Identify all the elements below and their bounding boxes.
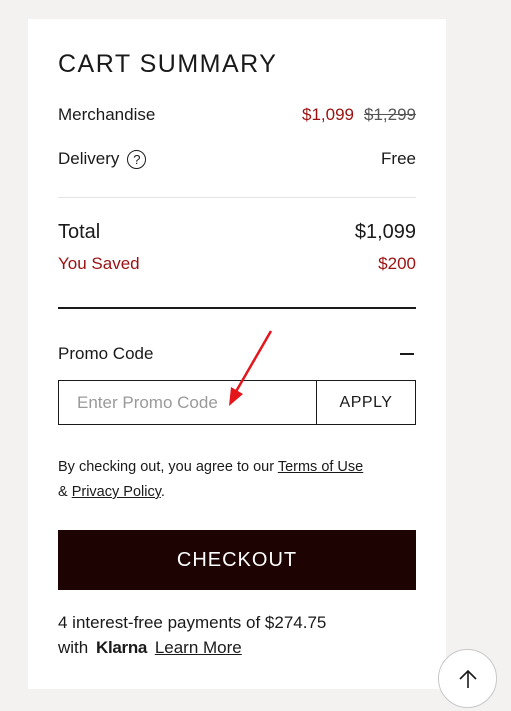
sale-price: $1,099: [302, 105, 354, 124]
terms-prefix: By checking out, you agree to our: [58, 459, 275, 475]
learn-more-link[interactable]: Learn More: [155, 638, 242, 657]
delivery-value: Free: [381, 149, 416, 168]
terms-suffix: .: [160, 484, 165, 500]
klarna-with: with: [58, 638, 89, 657]
klarna-logo: Klarna: [95, 638, 148, 657]
total-value: $1,099: [354, 221, 416, 243]
delivery-row: Delivery ? Free: [58, 149, 416, 169]
divider: [58, 197, 416, 198]
total-row: Total $1,099: [58, 221, 416, 244]
total-label: Total: [58, 221, 101, 243]
terms-ampersand: &: [58, 484, 68, 500]
arrow-up-icon: [458, 669, 477, 688]
promo-form: APPLY: [58, 380, 416, 425]
klarna-promo: 4 interest-free payments of $274.75 with…: [58, 610, 418, 660]
divider-thick: [58, 307, 416, 309]
merchandise-row: Merchandise $1,099 $1,299: [58, 105, 416, 125]
klarna-line1: 4 interest-free payments of $274.75: [58, 613, 327, 632]
terms-text: By checking out, you agree to our Terms …: [58, 455, 420, 505]
scroll-to-top-button[interactable]: [438, 649, 497, 708]
checkout-button[interactable]: CHECKOUT: [58, 530, 416, 590]
saved-label: You Saved: [58, 254, 140, 273]
cart-summary-card: CART SUMMARY Merchandise $1,099 $1,299 D…: [28, 19, 446, 689]
saved-value: $200: [378, 254, 416, 273]
promo-header[interactable]: Promo Code: [58, 344, 416, 364]
saved-row: You Saved $200: [58, 254, 416, 274]
delivery-label: Delivery: [58, 149, 120, 168]
terms-of-use-link[interactable]: Terms of Use: [278, 459, 363, 475]
promo-label: Promo Code: [58, 344, 154, 363]
merchandise-prices: $1,099 $1,299: [302, 105, 416, 125]
delivery-label-group: Delivery ?: [58, 149, 147, 169]
page-title: CART SUMMARY: [58, 50, 278, 78]
apply-button[interactable]: APPLY: [317, 381, 415, 424]
merchandise-label: Merchandise: [58, 105, 156, 124]
question-icon[interactable]: ?: [127, 149, 147, 169]
promo-code-input[interactable]: [59, 381, 317, 424]
original-price: $1,299: [364, 105, 416, 124]
minus-icon[interactable]: [400, 353, 414, 355]
privacy-policy-link[interactable]: Privacy Policy: [72, 484, 161, 500]
